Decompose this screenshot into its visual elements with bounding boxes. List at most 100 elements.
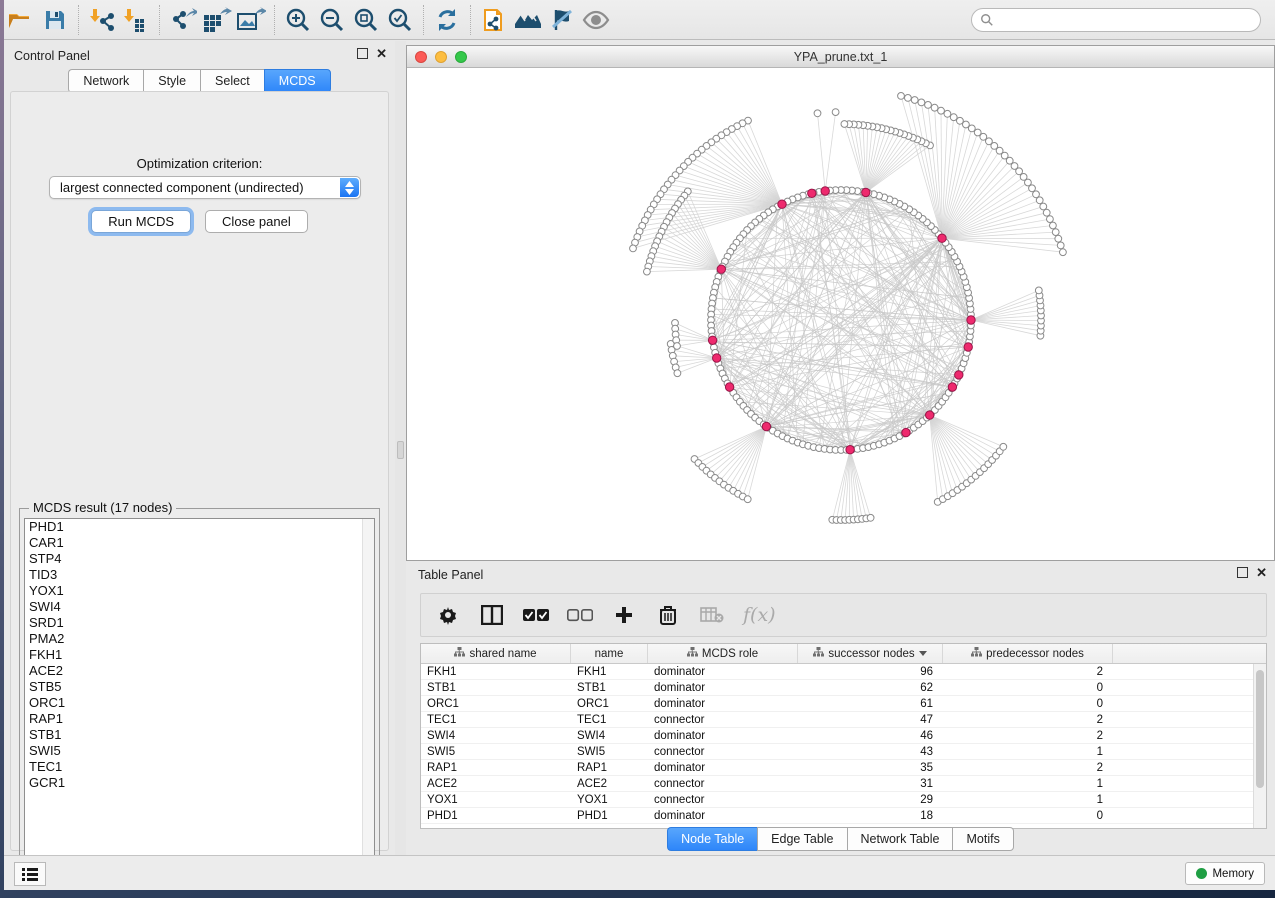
table-row[interactable]: SWI4SWI4dominator462	[421, 728, 1266, 744]
select-all-icon[interactable]	[523, 602, 549, 628]
import-network-icon[interactable]	[85, 4, 119, 36]
table-cell[interactable]: connector	[648, 792, 798, 807]
mcds-result-item[interactable]: GCR1	[25, 775, 374, 791]
hide-graphics-icon[interactable]	[545, 4, 579, 36]
table-cell[interactable]: 1	[943, 744, 1113, 759]
mcds-result-item[interactable]: FKH1	[25, 647, 374, 663]
mcds-result-item[interactable]: PMA2	[25, 631, 374, 647]
tab-style[interactable]: Style	[143, 69, 200, 93]
table-cell[interactable]: PHD1	[421, 808, 571, 823]
table-cell[interactable]: 46	[798, 728, 943, 743]
panel-menu-button[interactable]	[14, 862, 46, 886]
mcds-result-item[interactable]: TID3	[25, 567, 374, 583]
mcds-result-item[interactable]: ORC1	[25, 695, 374, 711]
table-scrollbar-thumb[interactable]	[1256, 670, 1264, 788]
show-graphics-eye-icon[interactable]	[579, 4, 613, 36]
open-folder-icon[interactable]	[4, 4, 38, 36]
mcds-result-item[interactable]: CAR1	[25, 535, 374, 551]
table-row[interactable]: ORC1ORC1dominator610	[421, 696, 1266, 712]
table-cell[interactable]: 0	[943, 808, 1113, 823]
clone-network-icon[interactable]	[477, 4, 511, 36]
table-cell[interactable]: ORC1	[571, 696, 648, 711]
table-cell[interactable]: RAP1	[571, 760, 648, 775]
table-cell[interactable]: 31	[798, 776, 943, 791]
table-cell[interactable]: YOX1	[421, 792, 571, 807]
table-cell[interactable]: 62	[798, 680, 943, 695]
mcds-result-item[interactable]: PHD1	[25, 519, 374, 535]
table-cell[interactable]: 2	[943, 760, 1113, 775]
tab-motifs[interactable]: Motifs	[952, 827, 1013, 851]
table-cell[interactable]: TEC1	[571, 712, 648, 727]
table-cell[interactable]: RAP1	[421, 760, 571, 775]
memory-button[interactable]: Memory	[1185, 862, 1265, 885]
tab-edge-table[interactable]: Edge Table	[757, 827, 846, 851]
table-cell[interactable]: STB1	[421, 680, 571, 695]
refresh-icon[interactable]	[430, 4, 464, 36]
delete-table-icon[interactable]	[699, 602, 725, 628]
mcds-result-item[interactable]: STB5	[25, 679, 374, 695]
network-graph[interactable]	[407, 68, 1274, 560]
table-row[interactable]: SWI5SWI5connector431	[421, 744, 1266, 760]
table-row[interactable]: ACE2ACE2connector311	[421, 776, 1266, 792]
table-row[interactable]: STB1STB1dominator620	[421, 680, 1266, 696]
mcds-result-item[interactable]: SWI4	[25, 599, 374, 615]
network-canvas[interactable]	[407, 68, 1274, 560]
table-cell[interactable]: PHD1	[571, 808, 648, 823]
table-settings-gear-icon[interactable]	[435, 602, 461, 628]
mcds-result-list[interactable]: PHD1CAR1STP4TID3YOX1SWI4SRD1PMA2FKH1ACE2…	[24, 518, 375, 875]
show-columns-icon[interactable]	[479, 602, 505, 628]
table-cell[interactable]: 18	[798, 808, 943, 823]
table-cell[interactable]: SWI4	[571, 728, 648, 743]
tab-mcds[interactable]: MCDS	[264, 69, 331, 93]
table-cell[interactable]: dominator	[648, 728, 798, 743]
divider-grip[interactable]	[397, 441, 404, 459]
deselect-all-icon[interactable]	[567, 602, 593, 628]
zoom-out-icon[interactable]	[315, 4, 349, 36]
zoom-fit-icon[interactable]	[349, 4, 383, 36]
optimization-select[interactable]: largest connected component (undirected)	[49, 176, 361, 199]
mcds-result-item[interactable]: YOX1	[25, 583, 374, 599]
table-cell[interactable]: 2	[943, 728, 1113, 743]
table-cell[interactable]: YOX1	[571, 792, 648, 807]
mcds-result-item[interactable]: ACE2	[25, 663, 374, 679]
table-cell[interactable]: ACE2	[571, 776, 648, 791]
network-window-titlebar[interactable]: YPA_prune.txt_1	[407, 46, 1274, 68]
close-panel-icon[interactable]: ✕	[376, 48, 387, 59]
table-cell[interactable]: 0	[943, 680, 1113, 695]
add-column-icon[interactable]	[611, 602, 637, 628]
search-network-icon[interactable]	[511, 4, 545, 36]
column-header-MCDS-role[interactable]: MCDS role	[648, 644, 798, 663]
table-cell[interactable]: 2	[943, 664, 1113, 679]
table-cell[interactable]: 61	[798, 696, 943, 711]
mcds-list-scrollbar[interactable]	[362, 519, 374, 874]
tab-network-table[interactable]: Network Table	[847, 827, 953, 851]
table-cell[interactable]: 96	[798, 664, 943, 679]
table-scrollbar[interactable]	[1253, 664, 1266, 828]
table-cell[interactable]: ACE2	[421, 776, 571, 791]
table-row[interactable]: RAP1RAP1dominator352	[421, 760, 1266, 776]
table-cell[interactable]: TEC1	[421, 712, 571, 727]
mcds-result-item[interactable]: SRD1	[25, 615, 374, 631]
table-cell[interactable]: STB1	[571, 680, 648, 695]
mcds-result-item[interactable]: STP4	[25, 551, 374, 567]
float-table-panel-icon[interactable]	[1237, 567, 1248, 578]
table-cell[interactable]: 43	[798, 744, 943, 759]
table-cell[interactable]: dominator	[648, 664, 798, 679]
mcds-result-item[interactable]: TEC1	[25, 759, 374, 775]
zoom-in-icon[interactable]	[281, 4, 315, 36]
zoom-selected-icon[interactable]	[383, 4, 417, 36]
table-cell[interactable]: FKH1	[421, 664, 571, 679]
search-input[interactable]	[971, 8, 1261, 32]
float-panel-icon[interactable]	[357, 48, 368, 59]
tab-select[interactable]: Select	[200, 69, 264, 93]
table-cell[interactable]: SWI5	[571, 744, 648, 759]
table-cell[interactable]: ORC1	[421, 696, 571, 711]
table-cell[interactable]: connector	[648, 776, 798, 791]
table-cell[interactable]: 0	[943, 696, 1113, 711]
panel-divider[interactable]	[395, 41, 406, 855]
close-table-panel-icon[interactable]: ✕	[1256, 567, 1267, 578]
table-cell[interactable]: connector	[648, 712, 798, 727]
table-cell[interactable]: dominator	[648, 760, 798, 775]
table-row[interactable]: YOX1YOX1connector291	[421, 792, 1266, 808]
table-cell[interactable]: dominator	[648, 696, 798, 711]
